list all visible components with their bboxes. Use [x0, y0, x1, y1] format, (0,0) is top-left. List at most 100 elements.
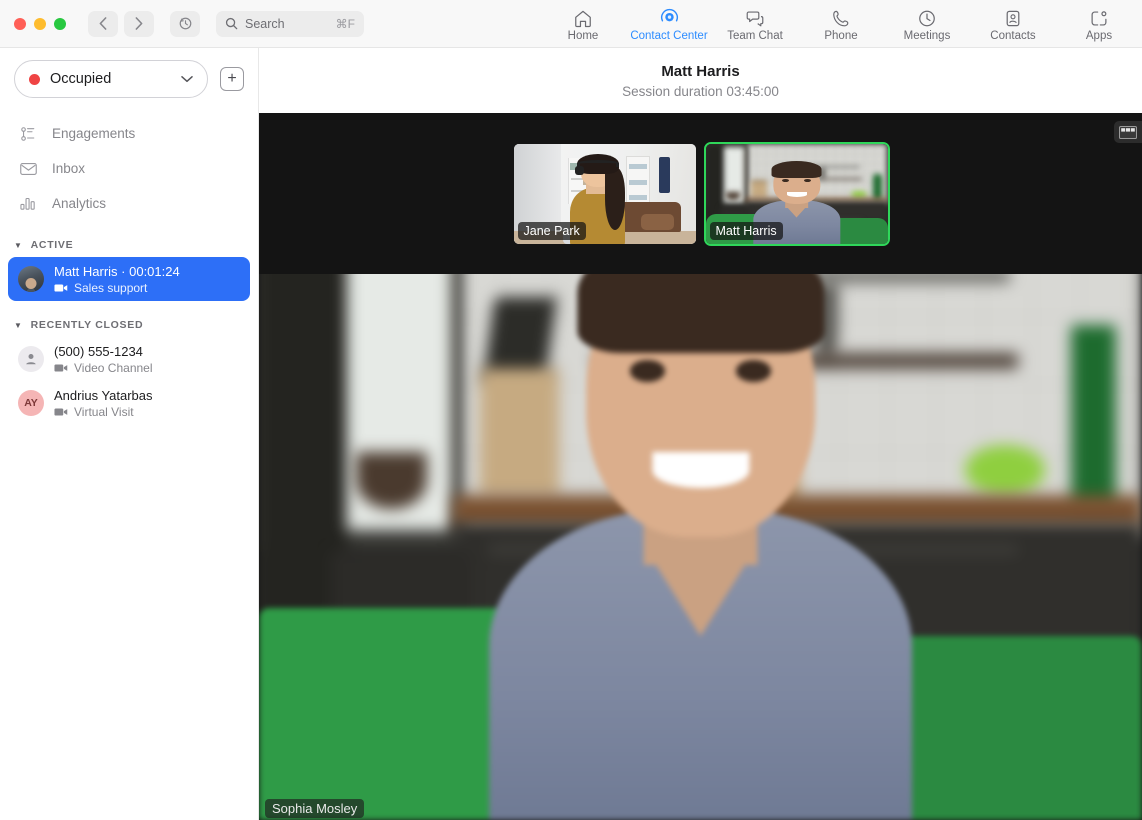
- jane-headset-band: [577, 160, 619, 167]
- stage-participant-name: Sophia Mosley: [265, 799, 364, 818]
- status-dot-icon: [29, 74, 40, 85]
- sidebar-item-inbox[interactable]: Inbox: [0, 151, 258, 186]
- gallery-layout-button[interactable]: [1114, 121, 1142, 143]
- matt-eye-left: [782, 179, 789, 182]
- thumbnail-participant[interactable]: Jane Park: [512, 142, 698, 246]
- session-duration: Session duration 03:45:00: [622, 84, 779, 99]
- back-button[interactable]: [88, 11, 118, 37]
- list-item[interactable]: AY Andrius Yatarbas Virtual Visit: [8, 381, 250, 425]
- section-header-active[interactable]: ▼ ACTIVE: [0, 239, 258, 251]
- video-bg-bottle: [1071, 325, 1115, 509]
- bar-chart-icon: [18, 196, 38, 211]
- status-row: Occupied +: [0, 60, 258, 98]
- main-panel: Matt Harris Session duration 03:45:00: [259, 48, 1142, 820]
- gallery-layout-icon: [1119, 126, 1137, 139]
- section-title: RECENTLY CLOSED: [31, 319, 144, 331]
- matt-smile: [786, 192, 806, 197]
- top-navigation: Home Contact Center: [540, 0, 1142, 48]
- jane-bg-sofa-cushion: [641, 214, 674, 230]
- video-bg-apples: [965, 445, 1044, 494]
- sidebar-item-label: Analytics: [52, 196, 106, 211]
- close-window-button[interactable]: [14, 18, 26, 30]
- contact-center-icon: [659, 7, 680, 28]
- window-controls: [14, 18, 66, 30]
- list-item-text: Andrius Yatarbas Virtual Visit: [54, 388, 153, 419]
- avatar: [18, 346, 44, 372]
- list-item[interactable]: Matt Harris · 00:01:24 Sales support: [8, 257, 250, 301]
- list-item-name: (500) 555-1234: [54, 344, 153, 359]
- topnav-item-contact-center[interactable]: Contact Center: [626, 0, 712, 48]
- chat-bubbles-icon: [745, 7, 765, 28]
- chevron-down-icon: [181, 75, 193, 83]
- video-person-eye-left: [630, 360, 665, 381]
- history-button[interactable]: [170, 11, 200, 37]
- topnav-label: Home: [568, 30, 599, 42]
- video-camera-icon: [54, 283, 68, 293]
- caret-down-icon: ▼: [14, 321, 23, 330]
- list-item[interactable]: (500) 555-1234 Video Channel: [8, 337, 250, 381]
- video-stage[interactable]: Sophia Mosley: [259, 113, 1142, 820]
- forward-button[interactable]: [124, 11, 154, 37]
- search-box[interactable]: Search ⌘F: [216, 11, 364, 37]
- video-bg-block: [480, 368, 559, 495]
- engagements-icon: [18, 126, 38, 142]
- video-camera-icon: [54, 363, 68, 373]
- topnav-item-phone[interactable]: Phone: [798, 0, 884, 48]
- agent-status-dropdown[interactable]: Occupied: [14, 60, 208, 98]
- topnav-label: Phone: [824, 30, 857, 42]
- minimize-window-button[interactable]: [34, 18, 46, 30]
- sidebar-nav: Engagements Inbox: [0, 116, 258, 221]
- matt-eye-right: [804, 179, 811, 182]
- chevron-left-icon: [99, 17, 107, 30]
- thumbnail-participant-speaking[interactable]: Matt Harris: [704, 142, 890, 246]
- history-icon: [178, 16, 193, 31]
- sidebar-item-engagements[interactable]: Engagements: [0, 116, 258, 151]
- jane-headset-cup: [575, 166, 584, 175]
- status-label: Occupied: [50, 71, 171, 87]
- maximize-window-button[interactable]: [54, 18, 66, 30]
- video-person-eye-right: [736, 360, 771, 381]
- person-icon: [24, 352, 38, 366]
- list-item-text: (500) 555-1234 Video Channel: [54, 344, 153, 375]
- caret-down-icon: ▼: [14, 241, 23, 250]
- topnav-label: Meetings: [904, 30, 951, 42]
- topnav-item-home[interactable]: Home: [540, 0, 626, 48]
- search-icon: [225, 17, 238, 30]
- list-item-name: Andrius Yatarbas: [54, 388, 153, 403]
- matt-bg-apples: [851, 191, 867, 198]
- title-bar: Search ⌘F Home Contact Center: [0, 0, 1142, 48]
- avatar: [18, 266, 44, 292]
- jane-hair-side: [605, 168, 625, 230]
- list-item-channel: Video Channel: [54, 361, 153, 375]
- nav-buttons: [88, 11, 154, 37]
- topnav-item-apps[interactable]: Apps: [1056, 0, 1142, 48]
- body: Occupied +: [0, 48, 1142, 820]
- thumbnail-name-label: Matt Harris: [710, 222, 783, 240]
- session-header: Matt Harris Session duration 03:45:00: [259, 48, 1142, 113]
- search-shortcut: ⌘F: [336, 17, 355, 31]
- avatar: AY: [18, 390, 44, 416]
- page-title: Matt Harris: [661, 63, 739, 80]
- matt-hair: [771, 161, 822, 178]
- contact-card-icon: [1003, 7, 1023, 28]
- topnav-label: Contacts: [990, 30, 1035, 42]
- sidebar: Occupied +: [0, 48, 259, 820]
- topnav-item-meetings[interactable]: Meetings: [884, 0, 970, 48]
- topnav-item-team-chat[interactable]: Team Chat: [712, 0, 798, 48]
- home-icon: [573, 7, 593, 28]
- section-header-recently-closed[interactable]: ▼ RECENTLY CLOSED: [0, 319, 258, 331]
- list-item-channel-label: Video Channel: [74, 361, 153, 375]
- add-engagement-button[interactable]: +: [220, 67, 244, 91]
- list-item-text: Matt Harris · 00:01:24 Sales support: [54, 264, 180, 295]
- video-bg-bowl: [356, 452, 427, 509]
- topnav-item-contacts[interactable]: Contacts: [970, 0, 1056, 48]
- list-item-channel: Sales support: [54, 281, 180, 295]
- chevron-right-icon: [135, 17, 143, 30]
- sidebar-item-analytics[interactable]: Analytics: [0, 186, 258, 221]
- jane-bg-lamp: [659, 157, 670, 193]
- list-item-channel-label: Sales support: [74, 281, 147, 295]
- topnav-label: Apps: [1086, 30, 1112, 42]
- app-window: Search ⌘F Home Contact Center: [0, 0, 1142, 820]
- section-title: ACTIVE: [31, 239, 74, 251]
- thumbnail-strip: Jane Park: [259, 113, 1142, 274]
